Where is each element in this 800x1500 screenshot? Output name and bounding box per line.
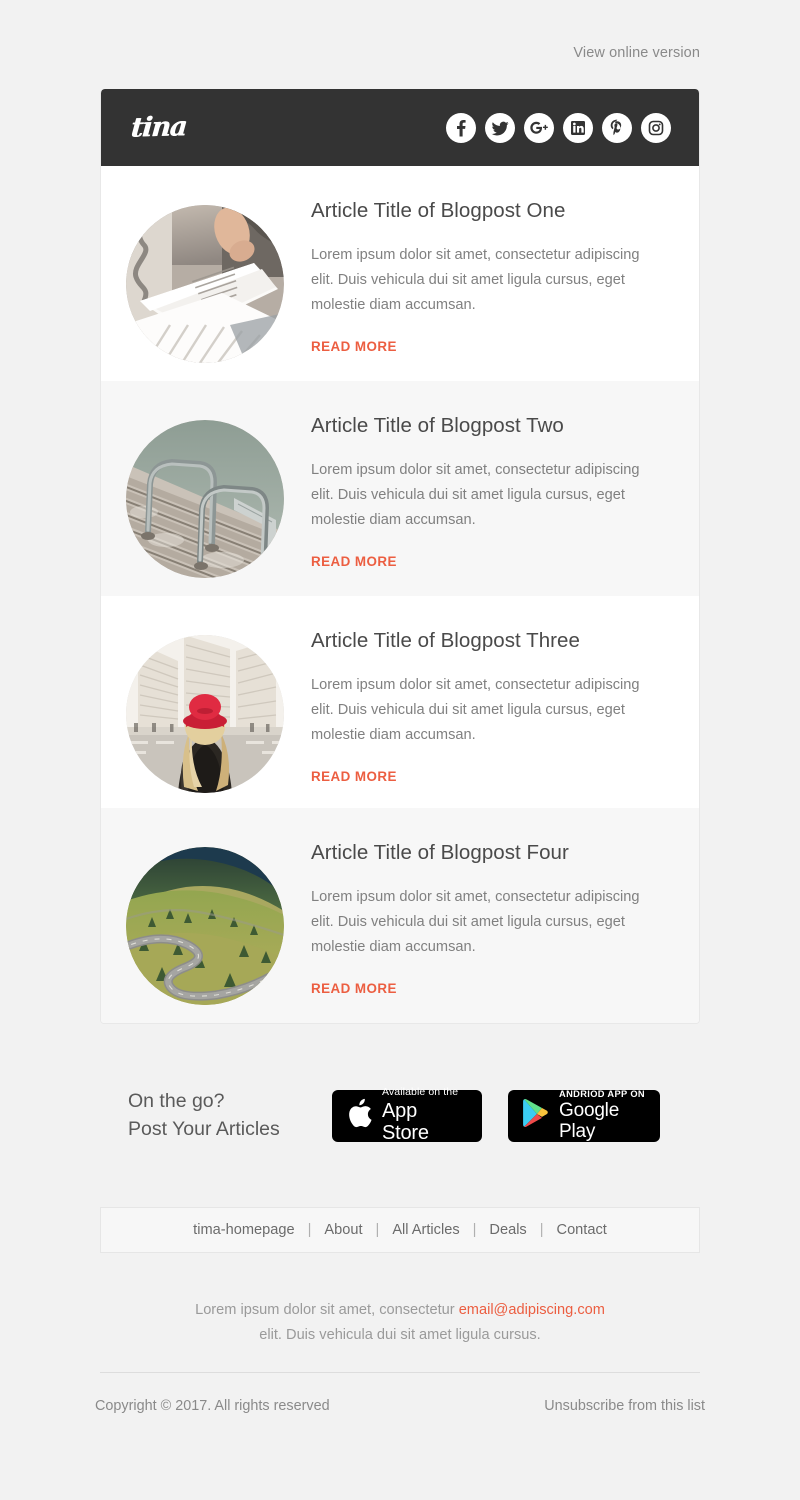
email-page: View online version tina Article Title o… (0, 0, 800, 1500)
preheader: View online version (0, 44, 800, 62)
reading-book-image (126, 205, 284, 363)
nav-separator: | (307, 1222, 312, 1238)
facebook-icon[interactable] (446, 112, 476, 143)
article-list: Article Title of Blogpost One Lorem ipsu… (101, 166, 699, 1023)
googleplus-icon[interactable] (524, 112, 554, 143)
address-line-1: Lorem ipsum dolor sit amet, consectetur … (100, 1298, 700, 1323)
article-row[interactable]: Article Title of Blogpost Two Lorem ipsu… (101, 381, 699, 596)
read-more-link[interactable]: READ MORE (311, 554, 397, 569)
nav-link-homepage[interactable]: tima-homepage (193, 1222, 294, 1238)
nav-link-about[interactable]: About (324, 1222, 362, 1238)
promo-copy: On the go? Post Your Articles (100, 1088, 332, 1143)
read-more-link[interactable]: READ MORE (311, 339, 397, 354)
article-thumbnail[interactable] (126, 420, 284, 578)
article-excerpt: Lorem ipsum dolor sit amet, consectetur … (311, 676, 640, 743)
article-content: Article Title of Blogpost Two Lorem ipsu… (284, 414, 669, 571)
app-promo: On the go? Post Your Articles Available … (100, 1086, 700, 1144)
article-thumbnail[interactable] (126, 847, 284, 1005)
nav-separator: | (472, 1222, 477, 1238)
dock-ladder-image (126, 420, 284, 578)
address-text-before: Lorem ipsum dolor sit amet, consectetur (195, 1302, 459, 1318)
app-store-badge[interactable]: Available on the App Store (332, 1086, 482, 1144)
promo-line-1: On the go? (128, 1090, 225, 1112)
article-title: Article Title of Blogpost Three (311, 629, 580, 652)
google-play-badge[interactable]: ANDRIOD APP ON Google Play (508, 1089, 660, 1143)
article-row[interactable]: Article Title of Blogpost Four Lorem ips… (101, 808, 699, 1023)
address-line-2: elit. Duis vehicula dui sit amet ligula … (259, 1327, 541, 1344)
app-store-text: Available on the App Store (382, 1086, 468, 1144)
nav-separator: | (375, 1222, 380, 1238)
article-content: Article Title of Blogpost Three Lorem ip… (284, 629, 669, 786)
unsubscribe-link[interactable]: Unsubscribe from this list (544, 1398, 705, 1414)
app-badges: Available on the App Store ANDRIOD APP O… (332, 1086, 660, 1144)
footer-divider (100, 1372, 700, 1373)
article-title: Article Title of Blogpost One (311, 199, 566, 222)
masthead: tina (101, 89, 699, 166)
app-store-small-label: Available on the (382, 1086, 459, 1099)
article-row[interactable]: Article Title of Blogpost Three Lorem ip… (101, 596, 699, 808)
article-excerpt: Lorem ipsum dolor sit amet, consectetur … (311, 888, 640, 955)
nav-link-deals[interactable]: Deals (489, 1222, 526, 1238)
copyright-text: Copyright © 2017. All rights reserved (95, 1398, 330, 1414)
nav-separator: | (539, 1222, 544, 1238)
instagram-icon[interactable] (641, 112, 671, 143)
read-more-link[interactable]: READ MORE (311, 769, 397, 784)
google-play-big-label: Google Play (559, 1100, 620, 1143)
google-play-small-label: ANDRIOD APP ON (559, 1088, 645, 1099)
article-excerpt: Lorem ipsum dolor sit amet, consectetur … (311, 461, 640, 528)
nav-link-all-articles[interactable]: All Articles (392, 1222, 459, 1238)
google-play-icon (522, 1098, 549, 1133)
article-content: Article Title of Blogpost One Lorem ipsu… (284, 199, 669, 356)
copyright-bar: Copyright © 2017. All rights reserved Un… (95, 1398, 705, 1414)
newsletter-card: tina Article Title of Blogpost One Lorem… (100, 89, 700, 1024)
social-links (446, 112, 671, 143)
google-play-text: ANDRIOD APP ON Google Play (559, 1089, 646, 1143)
contact-email-link[interactable]: email@adipiscing.com (459, 1302, 605, 1318)
city-woman-red-hat-image (126, 635, 284, 793)
twitter-icon[interactable] (485, 112, 515, 143)
brand-logo[interactable]: tina (130, 111, 188, 143)
article-title: Article Title of Blogpost Two (311, 414, 564, 437)
footer-navigation: tima-homepage | About | All Articles | D… (100, 1207, 700, 1253)
view-online-version-link[interactable]: View online version (573, 45, 700, 61)
address-block: Lorem ipsum dolor sit amet, consectetur … (100, 1298, 700, 1348)
read-more-link[interactable]: READ MORE (311, 981, 397, 996)
mountain-road-image (126, 847, 284, 1005)
article-row[interactable]: Article Title of Blogpost One Lorem ipsu… (101, 166, 699, 381)
nav-link-contact[interactable]: Contact (557, 1222, 607, 1238)
article-thumbnail[interactable] (126, 205, 284, 363)
linkedin-icon[interactable] (563, 112, 593, 143)
article-thumbnail[interactable] (126, 635, 284, 793)
pinterest-icon[interactable] (602, 112, 632, 143)
article-title: Article Title of Blogpost Four (311, 841, 569, 864)
apple-icon (346, 1098, 372, 1134)
article-content: Article Title of Blogpost Four Lorem ips… (284, 841, 669, 998)
article-excerpt: Lorem ipsum dolor sit amet, consectetur … (311, 246, 640, 313)
app-store-big-label: App Store (382, 1099, 429, 1144)
promo-line-2: Post Your Articles (128, 1117, 280, 1140)
